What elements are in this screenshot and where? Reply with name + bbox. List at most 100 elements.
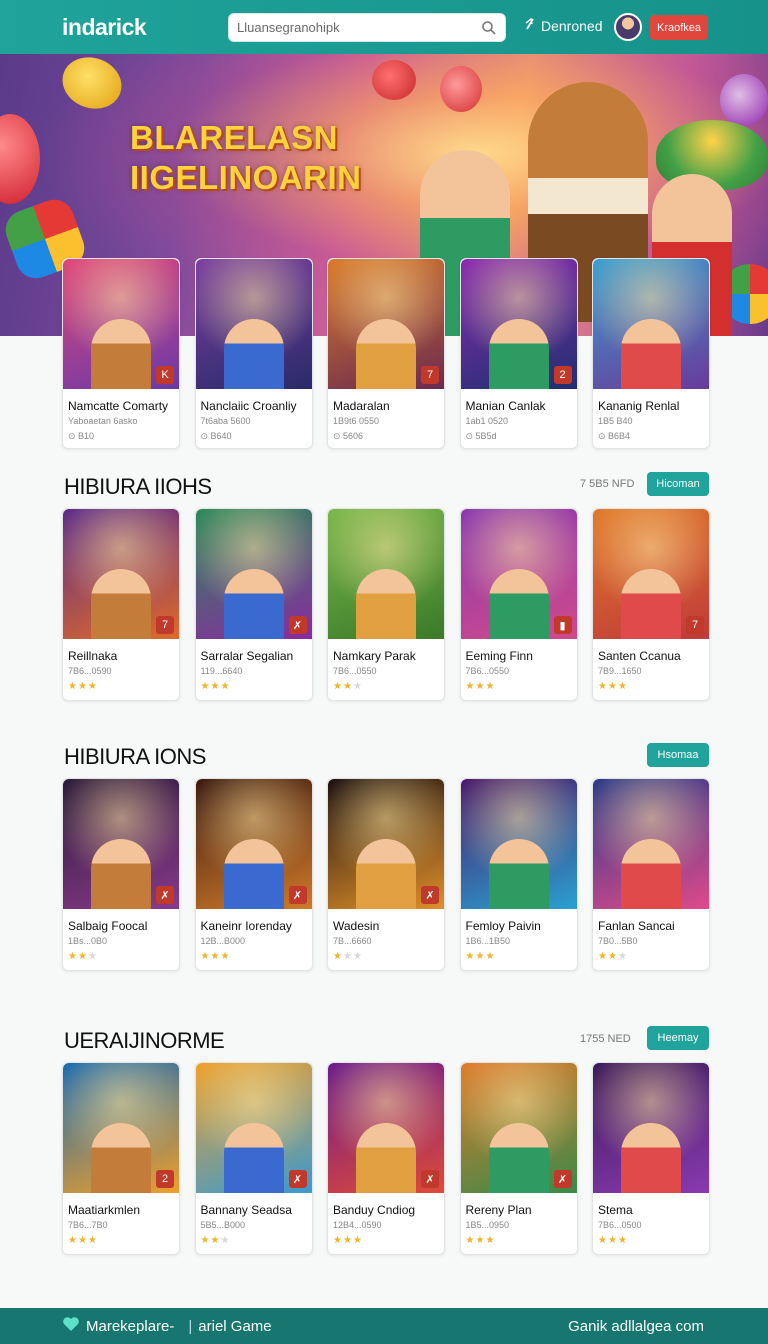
section-title: HIBIURA IIOHS [64,474,212,499]
game-title[interactable]: Eeming Finn [461,639,577,663]
game-thumbnail[interactable] [460,779,577,909]
game-title[interactable]: Bannany Seadsa [196,1193,312,1217]
game-thumbnail[interactable] [593,779,709,909]
game-card[interactable]: ✗ Sarralar Segalian 119...6640 ★★★ [194,508,313,701]
balloon-decoration [720,74,768,126]
star-rating: ★★★ [63,676,179,700]
game-title[interactable]: Namkary Parak [328,639,444,663]
character-figure [356,319,416,389]
game-thumbnail[interactable]: 7 [593,509,709,639]
game-title[interactable]: Salbaig Foocal [63,909,179,933]
game-card[interactable]: ✗ Kaneinr Iorenday 12B...B000 ★★★ [194,778,313,971]
game-subtitle: 7B6...7B0 [68,1220,108,1230]
game-thumbnail[interactable]: ✗ [195,509,312,639]
section-more-button[interactable]: Heemay [647,1026,709,1050]
character-figure [223,1123,284,1193]
star-icon: ★ [77,681,88,692]
footer-link[interactable]: Ganik adllalgea com [568,1318,704,1335]
star-icon: ★ [333,681,343,692]
star-icon: ★ [352,951,363,962]
game-thumbnail[interactable] [195,259,312,389]
section-more-button[interactable]: Hicoman [647,472,709,496]
game-card[interactable]: ✗ Salbaig Foocal 1Bs...0B0 ★★★ [62,778,180,971]
star-rating: ★★★ [328,1230,444,1254]
footer-brand[interactable]: Marekeplare- [86,1318,174,1335]
section-more-button[interactable]: Hsomaa [647,743,709,767]
game-title[interactable]: Femloy Paivin [461,909,577,933]
header-action-button[interactable]: Kraofkea [650,15,708,40]
game-subtitle: 12B4...0590 [333,1220,382,1230]
character-figure [223,319,284,389]
game-title[interactable]: Sarralar Segalian [196,639,312,663]
game-card[interactable]: ✗ Wadesin 7B...6660 ★★★ [327,778,445,971]
game-thumbnail[interactable]: ✗ [460,1063,577,1193]
game-card[interactable]: 7 Reillnaka 7B6...0590 ★★★ [62,508,180,701]
game-title[interactable]: Rereny Plan [461,1193,577,1217]
game-card[interactable]: 2 Manian Canlak 1ab1 0520 ⊙ 5B5d [459,258,578,449]
game-thumbnail[interactable] [328,509,444,639]
game-thumbnail[interactable]: 7 [63,509,179,639]
game-card[interactable]: Nanclaiic Croanliy 7t6aba 5600 ⊙ B640 [194,258,313,449]
section-count: 7 5B5 NFD [580,478,635,490]
game-card[interactable]: ✗ Banduy Cndiog 12B4...0590 ★★★ [327,1062,445,1255]
star-rating: ★★★ [328,946,444,970]
game-card[interactable]: 7 Santen Ccanua 7B9...1650 ★★★ [592,508,710,701]
star-rating: ★★★ [461,946,577,970]
game-title[interactable]: Santen Ccanua [593,639,709,663]
game-title[interactable]: Maatiarkmlen [63,1193,179,1217]
game-thumbnail[interactable]: ✗ [63,779,179,909]
card-badge: ✗ [421,886,439,904]
search-input[interactable] [237,20,481,35]
game-title[interactable]: Stema [593,1193,709,1217]
game-title[interactable]: Kaneinr Iorenday [196,909,312,933]
game-title[interactable]: Nanclaiic Croanliy [196,389,312,413]
game-card[interactable]: ▮ Eeming Finn 7B6...0550 ★★★ [459,508,578,701]
star-icon: ★ [475,951,486,962]
game-title[interactable]: Madaralan [328,389,444,413]
star-icon: ★ [200,1235,211,1246]
game-thumbnail[interactable]: 2 [63,1063,179,1193]
game-thumbnail[interactable] [593,1063,709,1193]
game-thumbnail[interactable]: K [63,259,179,389]
search-bar[interactable] [228,13,506,42]
avatar[interactable] [614,13,642,41]
star-icon: ★ [342,1235,353,1246]
character-figure [91,319,151,389]
game-card[interactable]: ✗ Rereny Plan 1B5...0950 ★★★ [459,1062,578,1255]
game-card[interactable]: Fanlan Sancai 7B0...5B0 ★★★ [592,778,710,971]
game-card[interactable]: ✗ Bannany Seadsa 5B5...B000 ★★★ [194,1062,313,1255]
game-thumbnail[interactable]: 7 [328,259,444,389]
game-title[interactable]: Reillnaka [63,639,179,663]
card-badge: ✗ [553,1170,572,1188]
game-thumbnail[interactable] [593,259,709,389]
game-title[interactable]: Kananig Renlal [593,389,709,413]
game-thumbnail[interactable]: 2 [460,259,577,389]
search-icon[interactable] [481,20,497,36]
game-title[interactable]: Wadesin [328,909,444,933]
game-title[interactable]: Banduy Cndiog [328,1193,444,1217]
game-thumbnail[interactable]: ✗ [328,779,444,909]
game-title[interactable]: Namcatte Comarty [63,389,179,413]
game-title[interactable]: Manian Canlak [461,389,577,413]
game-card[interactable]: Femloy Paivin 1B6...1B50 ★★★ [459,778,578,971]
game-subtitle: 1Bs...0B0 [68,936,108,946]
game-card[interactable]: 2 Maatiarkmlen 7B6...7B0 ★★★ [62,1062,180,1255]
game-title[interactable]: Fanlan Sancai [593,909,709,933]
site-logo[interactable]: indarick [62,14,222,41]
game-card[interactable]: Stema 7B6...0500 ★★★ [592,1062,710,1255]
star-rating: ★★★ [461,1230,577,1254]
game-card[interactable]: Namkary Parak 7B6...0550 ★★★ [327,508,445,701]
game-card[interactable]: Kananig Renlal 1B5 B40 ⊙ B6B4 [592,258,710,449]
character-figure [223,839,284,909]
game-thumbnail[interactable]: ✗ [195,779,312,909]
game-card[interactable]: 7 Madaralan 1B9t6 0550 ⊙ 5606 [327,258,445,449]
game-thumbnail[interactable]: ✗ [328,1063,444,1193]
footer-tag[interactable]: ariel Game [198,1318,271,1335]
nav-download-link[interactable]: Denroned [524,17,603,34]
game-card[interactable]: K Namcatte Comarty Yaboaetan 6asko ⊙ B10 [62,258,180,449]
game-thumbnail[interactable]: ▮ [460,509,577,639]
game-thumbnail[interactable]: ✗ [195,1063,312,1193]
star-icon: ★ [598,951,608,962]
star-icon: ★ [68,951,78,962]
character-figure [91,1123,151,1193]
